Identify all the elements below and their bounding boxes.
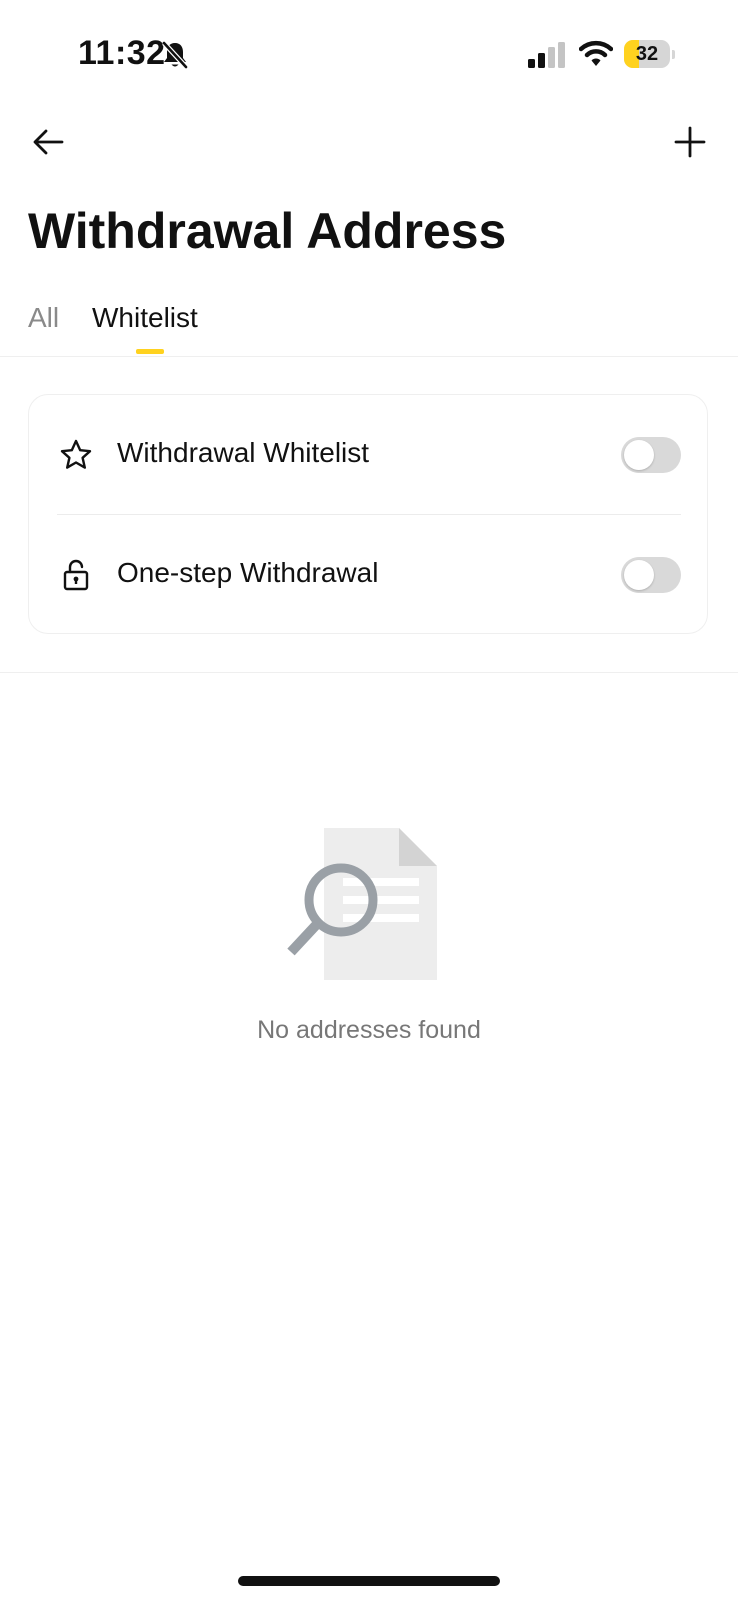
toggle-knob [624,440,654,470]
setting-row-one-step-withdrawal[interactable]: One-step Withdrawal [29,515,709,635]
section-divider [0,672,738,673]
setting-row-withdrawal-whitelist[interactable]: Withdrawal Whitelist [29,395,709,515]
active-tab-indicator [136,349,164,354]
bell-off-icon [162,41,188,69]
unlock-icon [63,559,89,591]
page-title: Withdrawal Address [28,203,507,259]
search-document-icon [287,828,437,980]
withdrawal-whitelist-toggle[interactable] [621,437,681,473]
whitelist-settings-card: Withdrawal Whitelist One-step Withdrawal [28,394,708,634]
add-address-button[interactable] [670,122,710,162]
tab-whitelist[interactable]: Whitelist [92,302,198,334]
back-button[interactable] [28,122,68,162]
status-time: 11:32 [78,34,166,72]
battery-icon: 32 [624,40,670,68]
setting-label-one-step-withdrawal: One-step Withdrawal [117,557,379,588]
one-step-withdrawal-toggle[interactable] [621,557,681,593]
wifi-icon [579,40,613,66]
battery-level: 32 [635,43,659,65]
arrow-left-icon [33,129,64,155]
star-icon [60,439,92,469]
toggle-knob [624,560,654,590]
tab-all[interactable]: All [28,302,59,334]
status-bar: 11:32 32 [0,0,738,108]
empty-state-message: No addresses found [257,1016,481,1044]
signal-icon [528,42,565,68]
battery-indicator: 32 [624,40,675,68]
plus-icon [674,126,706,158]
battery-cap [672,50,675,59]
setting-label-withdrawal-whitelist: Withdrawal Whitelist [117,437,370,468]
home-indicator[interactable] [238,1576,500,1586]
tab-bar: All Whitelist [0,296,738,357]
